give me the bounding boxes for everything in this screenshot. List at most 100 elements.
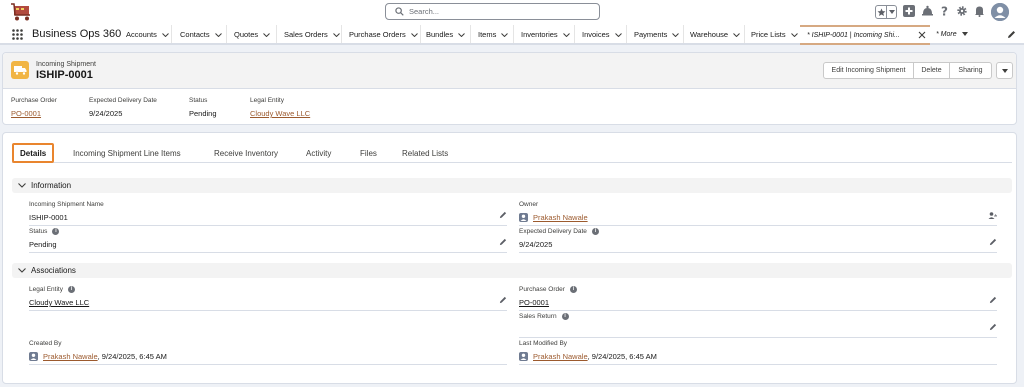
chevron-down-icon[interactable] — [501, 30, 509, 39]
chevron-down-icon[interactable] — [672, 30, 680, 39]
field-incoming-shipment-name: Incoming Shipment Name ISHIP-0001 — [29, 199, 507, 226]
chevron-down-icon[interactable] — [790, 30, 798, 39]
pencil-edit-icon[interactable] — [989, 296, 997, 306]
change-owner-icon[interactable] — [988, 211, 998, 222]
section-associations-header[interactable]: Associations — [12, 263, 1012, 278]
owner-link[interactable]: Prakash Nawale — [533, 213, 588, 222]
nav-item-payments[interactable]: Payments — [628, 25, 684, 43]
pencil-edit-icon[interactable] — [989, 323, 997, 333]
record-type-label: Incoming Shipment — [36, 61, 96, 68]
field-label-text: Status — [29, 228, 48, 235]
nav-item-bundles[interactable]: Bundles — [420, 25, 471, 43]
field-label: Status i — [29, 228, 60, 235]
purchase-order-link[interactable]: PO-0001 — [519, 298, 549, 307]
favorites-button[interactable] — [875, 5, 897, 19]
close-tab-icon[interactable] — [918, 31, 926, 41]
help-icon[interactable]: ? — [940, 5, 950, 19]
nav-item-sales-orders[interactable]: Sales Orders — [278, 25, 342, 43]
chevron-down-icon[interactable] — [214, 30, 222, 39]
pencil-edit-icon[interactable] — [499, 238, 507, 248]
chevron-down-icon[interactable] — [410, 30, 418, 39]
field-label: Last Modified By — [519, 340, 568, 347]
section-title: Information — [31, 181, 72, 190]
more-label: * More — [936, 30, 957, 38]
truck-icon — [11, 61, 29, 79]
record-header-top: Incoming Shipment ISHIP-0001 Edit Incomi… — [3, 53, 1016, 89]
setup-assistant-icon[interactable] — [921, 5, 934, 19]
nav-item-label: Price Lists — [751, 29, 786, 39]
pencil-edit-icon[interactable] — [989, 238, 997, 248]
field-sales-return: Sales Return i — [519, 311, 997, 338]
caret-down-icon[interactable] — [961, 31, 968, 38]
nav-item-label: Purchase Orders — [349, 29, 406, 39]
legal-entity-link[interactable]: Cloudy Wave LLC — [29, 298, 89, 307]
tab-activity[interactable]: Activity — [306, 143, 331, 163]
user-avatar[interactable] — [991, 3, 1009, 21]
tab-details[interactable]: Details — [12, 143, 55, 163]
nav-item-label: Sales Orders — [284, 29, 328, 39]
nav-more-menu[interactable]: * More — [936, 25, 968, 43]
info-icon[interactable]: i — [591, 228, 599, 235]
field-label-text: Legal Entity — [29, 286, 63, 293]
highlight-status: Status Pending — [189, 97, 217, 118]
chevron-down-icon[interactable] — [263, 30, 271, 39]
delete-button[interactable]: Delete — [914, 62, 950, 79]
tab-files[interactable]: Files — [360, 143, 377, 163]
chevron-down-icon[interactable] — [733, 30, 740, 39]
nav-item-warehouse[interactable]: Warehouse — [684, 25, 745, 43]
tab-related-lists[interactable]: Related Lists — [402, 143, 448, 163]
edit-nav-icon[interactable] — [1007, 30, 1016, 41]
pencil-edit-icon[interactable] — [499, 211, 507, 221]
info-icon[interactable]: i — [569, 286, 577, 293]
tab-incoming-shipment-line-items[interactable]: Incoming Shipment Line Items — [73, 143, 181, 163]
modified-date: , 9/24/2025, 6:45 AM — [587, 352, 657, 361]
chevron-down-icon[interactable] — [614, 30, 622, 39]
info-icon[interactable]: i — [52, 228, 60, 235]
chevron-down-icon[interactable] — [332, 30, 340, 39]
field-value: Pending — [29, 240, 57, 249]
global-search-input[interactable]: Search... — [385, 3, 600, 20]
section-information-header[interactable]: Information — [12, 178, 1012, 193]
purchase-order-link[interactable]: PO-0001 — [11, 109, 57, 118]
notifications-bell-icon[interactable] — [974, 5, 985, 19]
chevron-down-icon[interactable] — [458, 30, 465, 39]
cart-logo-icon[interactable] — [10, 2, 34, 22]
created-by-user-link[interactable]: Prakash Nawale — [43, 352, 98, 361]
field-expected-delivery-date: Expected Delivery Date i 9/24/2025 — [519, 226, 997, 253]
chevron-down-icon[interactable] — [18, 266, 26, 275]
nav-item-invoices[interactable]: Invoices — [576, 25, 627, 43]
nav-item-purchase-orders[interactable]: Purchase Orders — [343, 25, 421, 43]
field-label: Created By — [29, 340, 62, 347]
highlight-legal-entity: Legal Entity Cloudy Wave LLC — [250, 97, 310, 118]
field-label-text: Expected Delivery Date — [519, 228, 587, 235]
chevron-down-icon[interactable] — [562, 30, 570, 39]
favorites-dropdown-icon[interactable] — [887, 6, 896, 18]
favorites-star-icon[interactable] — [876, 6, 888, 18]
nav-item-inventories[interactable]: Inventories — [515, 25, 575, 43]
nav-item-label: Invoices — [582, 29, 610, 39]
info-icon[interactable]: i — [561, 313, 569, 320]
sharing-button[interactable]: Sharing — [950, 62, 992, 79]
field-value: Prakash Nawale , 9/24/2025, 6:45 AM — [519, 352, 657, 361]
nav-item-quotes[interactable]: Quotes — [228, 25, 277, 43]
more-actions-button[interactable] — [996, 62, 1013, 79]
nav-item-accounts[interactable]: Accounts — [120, 25, 172, 43]
legal-entity-link[interactable]: Cloudy Wave LLC — [250, 109, 310, 118]
info-icon[interactable]: i — [67, 286, 75, 293]
chevron-down-icon[interactable] — [18, 181, 26, 190]
tab-ISHIP-0001[interactable]: * ISHIP-0001 | Incoming Shi... — [800, 25, 930, 45]
search-icon — [395, 7, 404, 18]
tab-receive-inventory[interactable]: Receive Inventory — [214, 143, 278, 163]
nav-item-label: Inventories — [521, 29, 558, 39]
nav-item-price-lists[interactable]: Price Lists — [745, 25, 800, 43]
modified-by-user-link[interactable]: Prakash Nawale — [533, 352, 588, 361]
chevron-down-icon[interactable] — [162, 30, 169, 39]
add-icon[interactable] — [903, 5, 915, 19]
pencil-edit-icon[interactable] — [499, 296, 507, 306]
app-launcher-icon[interactable] — [12, 29, 23, 42]
nav-item-items[interactable]: Items — [472, 25, 514, 43]
record-actions: Edit Incoming Shipment Delete Sharing — [823, 62, 1013, 79]
edit-incoming-shipment-button[interactable]: Edit Incoming Shipment — [823, 62, 914, 79]
settings-gear-icon[interactable] — [956, 5, 968, 19]
nav-item-contacts[interactable]: Contacts — [174, 25, 227, 43]
